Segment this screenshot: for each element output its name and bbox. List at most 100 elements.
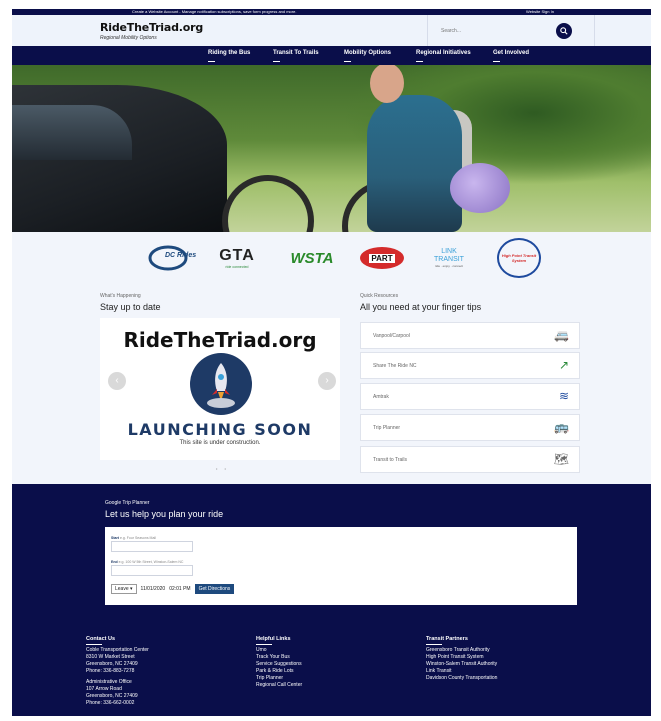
gta-logo[interactable]: GTA ride connected xyxy=(212,242,262,274)
partner-logos-strip: DC Rides GTA ride connected WSTA PART LI… xyxy=(12,232,651,286)
resource-label: Vanpool/Carpool xyxy=(373,333,410,339)
wsta-logo-text: WSTA xyxy=(290,249,334,267)
hero-helmet xyxy=(450,163,510,213)
end-field-label: End e.g. 100 W 5th Street, Winston-Salem… xyxy=(111,560,183,564)
search-button[interactable] xyxy=(556,23,572,39)
footer-partners-title: Transit Partners xyxy=(426,636,497,645)
hero-bike-wheel-front xyxy=(222,175,314,232)
footer-link[interactable]: Davidson County Transportation xyxy=(426,675,497,682)
resource-share-the-ride-nc[interactable]: Share The Ride NC ↗ xyxy=(360,352,580,379)
search-icon xyxy=(560,27,568,35)
rocket-icon xyxy=(190,353,252,415)
news-section-label: What's Happening xyxy=(100,293,141,299)
nav-regional-initiatives[interactable]: Regional Initiatives xyxy=(416,50,471,62)
dc-rides-logo[interactable]: DC Rides xyxy=(145,242,197,274)
part-logo-text: PART xyxy=(369,253,395,263)
nav-transit-to-trails[interactable]: Transit To Trails xyxy=(273,50,319,62)
resource-vanpool-carpool[interactable]: Vanpool/Carpool 🚐 xyxy=(360,322,580,349)
wsta-logo[interactable]: WSTA xyxy=(284,242,340,274)
planner-controls: Leave ▾ 11/01/2020 02:01 PM Get Directio… xyxy=(111,584,235,594)
bus-icon: 🚌 xyxy=(554,420,569,434)
end-input[interactable] xyxy=(111,565,193,576)
logo-title: RideTheTriad.org xyxy=(100,21,203,34)
date-input[interactable]: 11/01/2020 xyxy=(141,586,166,592)
high-point-transit-logo[interactable]: High Point Transit System xyxy=(494,238,544,278)
contact-line: 107 Arrow Road xyxy=(86,686,122,692)
contact-line: Administrative Office xyxy=(86,679,132,685)
nav-get-involved[interactable]: Get Involved xyxy=(493,50,529,62)
hero-image xyxy=(12,65,651,232)
nav-riding-the-bus[interactable]: Riding the Bus xyxy=(208,50,250,62)
end-label-text: End xyxy=(111,560,118,564)
footer-link[interactable]: Service Suggestions xyxy=(256,661,302,668)
link-transit-logo[interactable]: LINK TRANSIT ride · enjoy · connect xyxy=(424,242,474,274)
chevron-right-icon: › xyxy=(325,375,329,386)
high-point-logo-text: High Point Transit System xyxy=(501,253,537,263)
start-label-text: Start xyxy=(111,536,119,540)
contact-line: Coble Transportation Center xyxy=(86,647,149,653)
part-logo[interactable]: PART xyxy=(357,242,407,274)
slide-heading: LAUNCHING SOON xyxy=(127,420,313,439)
time-input[interactable]: 02:01 PM xyxy=(169,586,190,592)
site-header: RideTheTriad.org Regional Mobility Optio… xyxy=(12,15,651,46)
slider-dots[interactable]: • • xyxy=(216,466,229,471)
hero-van-window xyxy=(12,105,132,160)
footer-helpful-title: Helpful Links xyxy=(256,636,302,645)
contact-line: Phone: 336-662-0002 xyxy=(86,700,135,706)
resource-label: Transit to Trails xyxy=(373,457,407,463)
hero-person xyxy=(367,95,462,232)
slider-prev-button[interactable]: ‹ xyxy=(108,372,126,390)
rocket-graphic xyxy=(207,363,235,408)
search-input[interactable]: Search... xyxy=(441,28,461,34)
footer-link[interactable]: Umo xyxy=(256,647,302,654)
gta-logo-text: GTA xyxy=(219,247,255,264)
footer-contact-column: Contact Us Coble Transportation Center 8… xyxy=(86,636,149,707)
share-the-ride-logo: ↗ xyxy=(558,358,569,372)
footer-link[interactable]: Winston-Salem Transit Authority xyxy=(426,661,497,668)
resources-section-label: Quick Resources xyxy=(360,293,399,299)
planner-section-label: Google Trip Planner xyxy=(105,500,150,506)
get-directions-button[interactable]: Get Directions xyxy=(194,584,235,594)
link-transit-logo-text: LINK TRANSIT xyxy=(434,248,464,263)
footer-link[interactable]: Regional Call Center xyxy=(256,682,302,689)
footer-link[interactable]: Link Transit xyxy=(426,668,497,675)
footer-transit-partners-column: Transit Partners Greensboro Transit Auth… xyxy=(426,636,497,682)
chevron-down-icon: ▾ xyxy=(130,586,133,592)
depart-mode-select[interactable]: Leave ▾ xyxy=(111,584,137,594)
news-slider[interactable]: RideTheTriad.org LAUNCHING SOON This sit… xyxy=(100,318,340,460)
resource-label: Trip Planner xyxy=(373,425,401,431)
van-icon: 🚐 xyxy=(554,328,569,342)
nav-mobility-options[interactable]: Mobility Options xyxy=(344,50,391,62)
end-hint-text: e.g. 100 W 5th Street, Winston-Salem NC xyxy=(118,560,184,564)
resource-amtrak[interactable]: Amtrak ≋ xyxy=(360,383,580,410)
main-navigation: Riding the Bus Transit To Trails Mobilit… xyxy=(12,46,651,65)
site-logo[interactable]: RideTheTriad.org Regional Mobility Optio… xyxy=(100,21,203,41)
start-input[interactable] xyxy=(111,541,193,552)
resource-trip-planner[interactable]: Trip Planner 🚌 xyxy=(360,414,580,441)
start-field-label: Start e.g. Four Seasons Mall xyxy=(111,536,156,540)
dc-rides-logo-text: DC Rides xyxy=(165,252,197,259)
depart-mode-value: Leave xyxy=(115,586,129,592)
footer-link[interactable]: Greensboro Transit Authority xyxy=(426,647,497,654)
link-transit-tagline: ride · enjoy · connect xyxy=(434,264,463,268)
contact-line: 8310 W Market Street xyxy=(86,654,135,660)
start-hint-text: e.g. Four Seasons Mall xyxy=(119,536,156,540)
search-area: Search... xyxy=(427,15,595,46)
footer-link[interactable]: Trip Planner xyxy=(256,675,302,682)
planner-section-title: Let us help you plan your ride xyxy=(105,509,224,519)
contact-line: Greensboro, NC 27409 xyxy=(86,661,138,667)
footer-link[interactable]: Park & Ride Lots xyxy=(256,668,302,675)
slider-next-button[interactable]: › xyxy=(318,372,336,390)
resources-section-title: All you need at your finger tips xyxy=(360,302,482,312)
chevron-left-icon: ‹ xyxy=(115,375,119,386)
resource-label: Amtrak xyxy=(373,394,389,400)
footer-link[interactable]: High Point Transit System xyxy=(426,654,497,661)
footer-link[interactable]: Track Your Bus xyxy=(256,654,302,661)
trip-planner-form: Start e.g. Four Seasons Mall End e.g. 10… xyxy=(105,527,577,605)
slide-subtext: This site is under construction. xyxy=(179,440,261,446)
footer-contact-title: Contact Us xyxy=(86,636,149,645)
contact-line: Greensboro, NC 27409 xyxy=(86,693,138,699)
resource-transit-to-trails[interactable]: Transit to Trails 🗺 xyxy=(360,446,580,473)
amtrak-logo: ≋ xyxy=(558,389,569,403)
slide-brand: RideTheTriad.org xyxy=(123,328,317,352)
